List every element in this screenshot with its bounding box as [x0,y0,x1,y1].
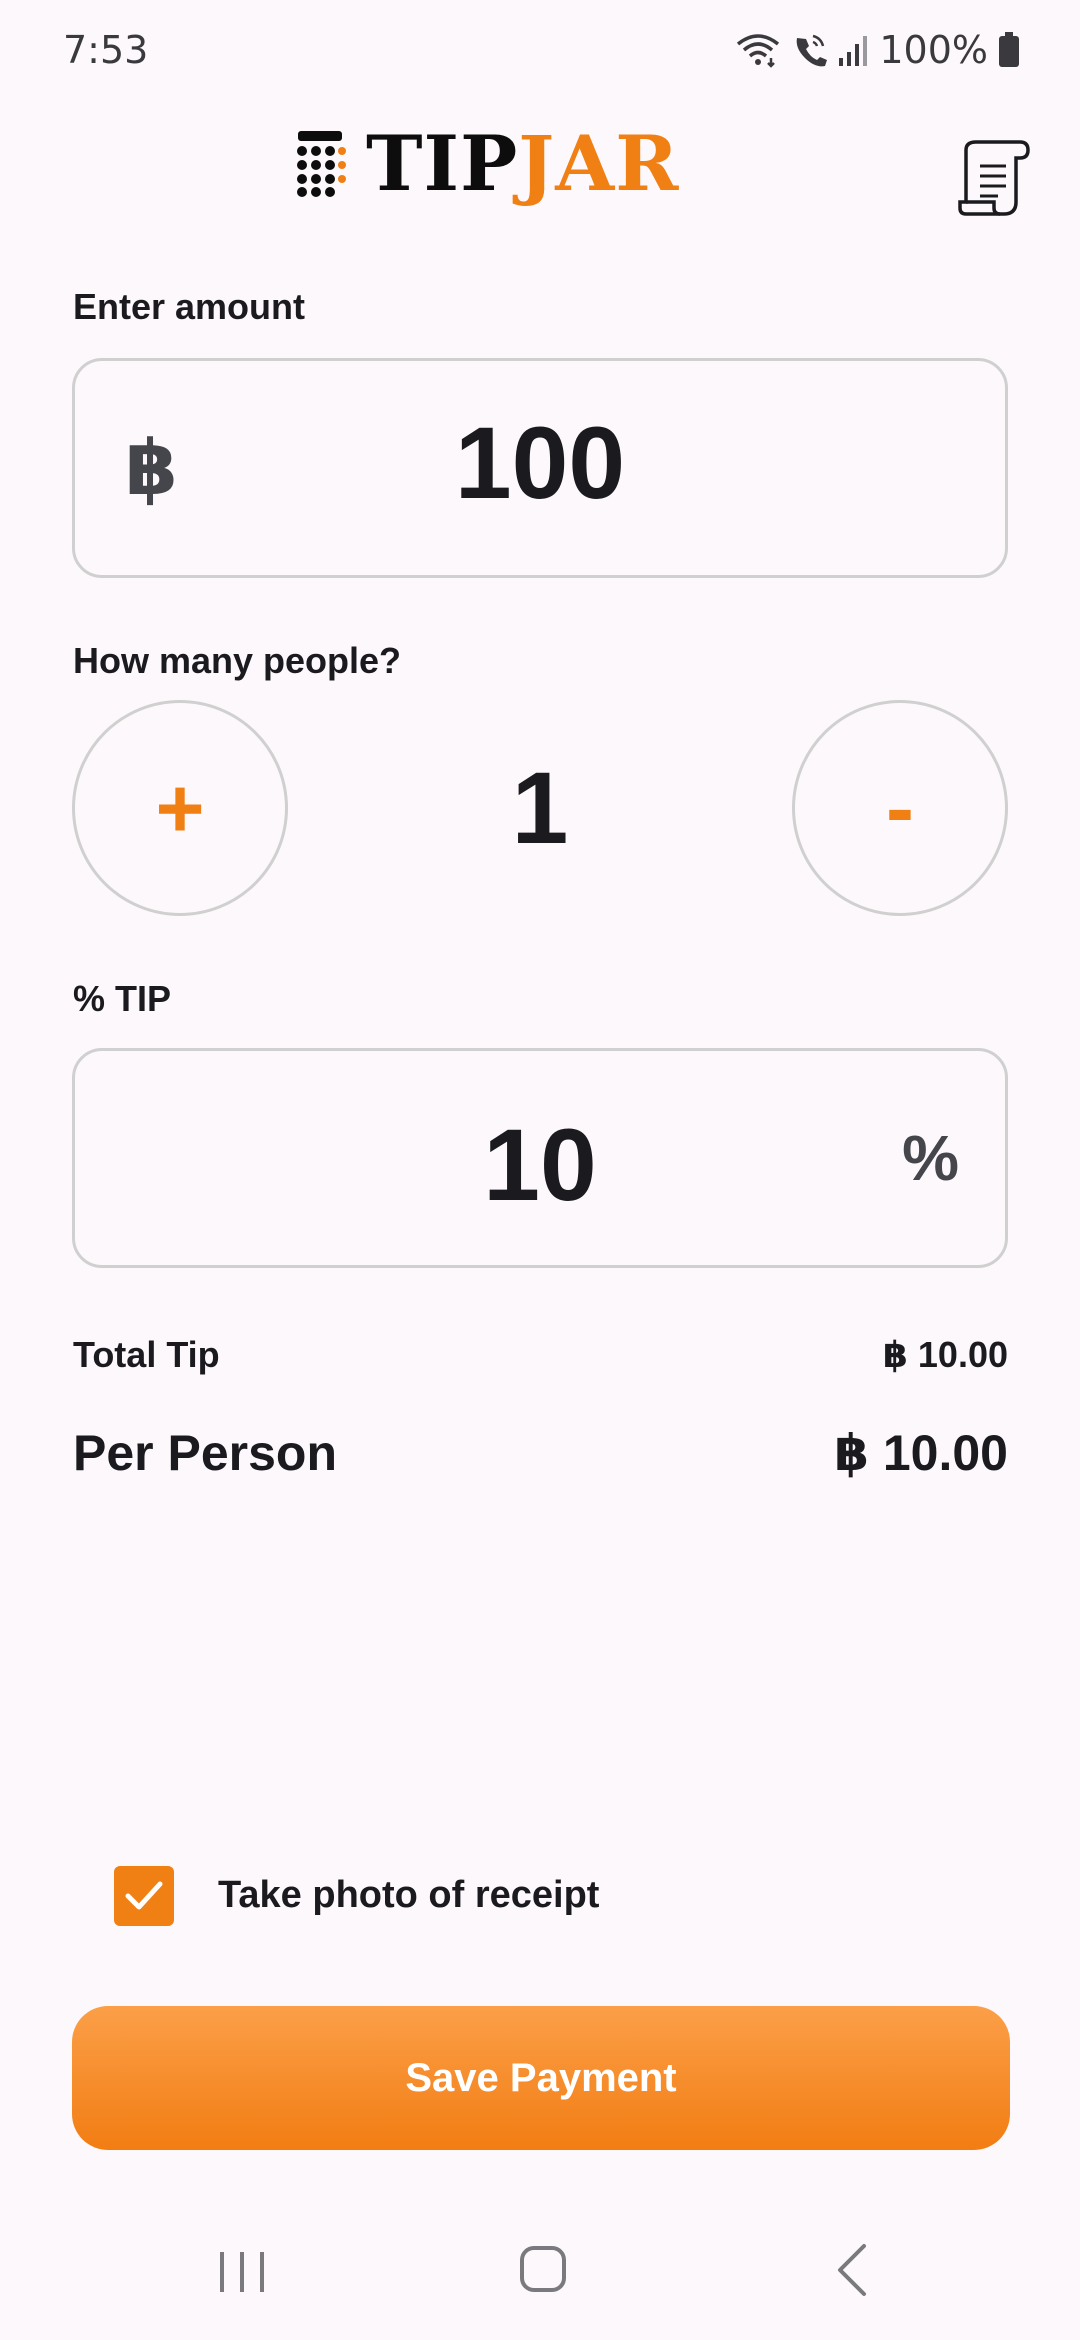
signal-icon [839,36,868,66]
home-icon [520,2246,566,2292]
increment-people-button[interactable]: + [72,700,288,916]
back-button[interactable] [826,2240,882,2300]
receipt-history-button[interactable] [958,136,1034,218]
per-person-value: ฿ 10.00 [834,1425,1008,1481]
receipt-photo-label[interactable]: Take photo of receipt [218,1874,599,1917]
amount-value: 100 [454,406,626,520]
home-button[interactable] [516,2240,572,2296]
logo-text-jar: JAR [518,119,680,208]
per-person-label: Per Person [73,1425,338,1481]
tip-label: % TIP [73,978,172,1019]
amount-label: Enter amount [73,286,306,327]
status-time: 7:53 [63,28,149,72]
app-logo: TIP JAR [294,126,679,202]
total-tip-value: ฿ 10.00 [882,1334,1008,1375]
calculator-logo-icon [297,131,346,197]
receipt-photo-checkbox[interactable] [114,1866,174,1926]
amount-input[interactable]: ฿ 100 [72,358,1008,578]
receipt-icon [958,140,1030,216]
status-icons: 100% [735,26,1020,74]
recent-apps-button[interactable] [212,2244,272,2300]
wifi-icon [737,34,780,68]
battery-percentage: 100% [879,28,988,72]
total-tip-label: Total Tip [73,1334,220,1375]
logo-text-tip: TIP [366,119,519,208]
wifi-calling-icon [797,34,828,67]
battery-icon [999,32,1019,67]
save-payment-button[interactable]: Save Payment [72,2006,1010,2150]
people-label: How many people? [73,640,402,681]
decrement-people-button[interactable]: - [792,700,1008,916]
percent-suffix: % [902,1122,959,1194]
recent-apps-icon [220,2252,264,2292]
tip-value: 10 [483,1108,597,1222]
people-count: 1 [511,751,569,865]
tip-input[interactable]: 10 % [72,1048,1008,1268]
checkmark-icon [125,1881,163,1910]
back-icon [838,2244,866,2296]
